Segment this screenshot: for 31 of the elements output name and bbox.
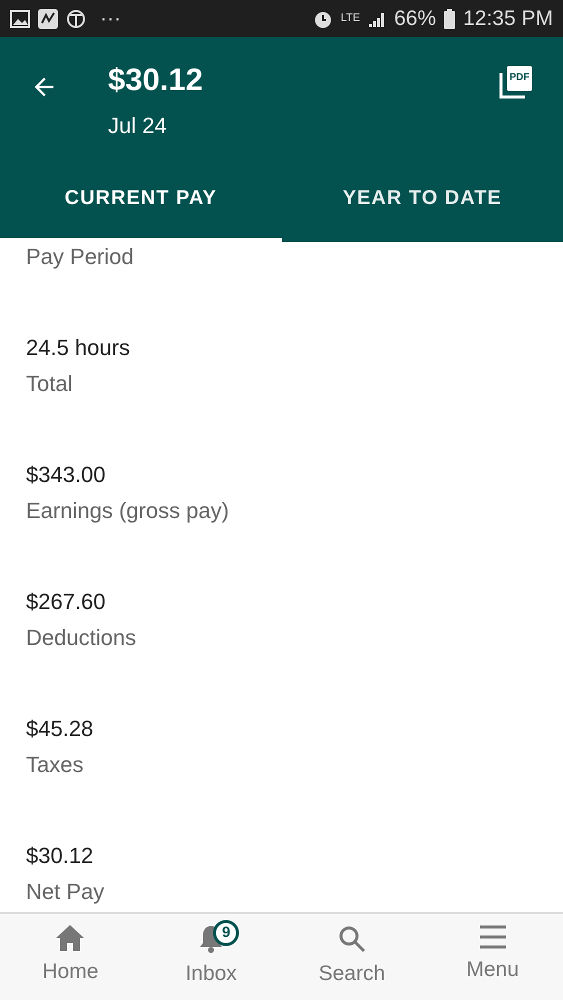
search-icon <box>336 924 367 954</box>
clock: 12:35 PM <box>463 6 553 32</box>
network-type: LTE <box>340 11 360 26</box>
nav-button[interactable]: Menu <box>422 914 563 1000</box>
pay-date: Jul 24 <box>108 112 168 140</box>
nav-button[interactable]: Inbox 9 <box>140 914 282 1000</box>
app-icon <box>66 8 86 28</box>
item-label: Pay Period <box>26 243 135 271</box>
image-icon <box>10 10 30 28</box>
item-label: Taxes <box>26 751 84 779</box>
item-value: $267.60 <box>26 588 107 616</box>
tab[interactable]: CURRENT PAY <box>0 171 282 242</box>
battery-icon <box>444 8 456 28</box>
more-indicator: ··· <box>100 6 121 32</box>
nav-button[interactable]: Search <box>282 914 422 1000</box>
item-label: Total <box>26 370 74 398</box>
item-label: Deductions <box>26 624 138 652</box>
item-value: $30.12 <box>26 842 94 870</box>
home-icon <box>55 924 86 952</box>
nav-button[interactable]: Home <box>0 914 141 1000</box>
item-value: $343.00 <box>26 461 107 489</box>
count-badge: 9 <box>213 920 240 946</box>
item-value: $45.28 <box>26 715 94 743</box>
tab[interactable]: YEAR TO DATE <box>282 171 563 242</box>
item-label: Net Pay <box>26 878 106 906</box>
pay-amount: $30.12 <box>108 63 203 98</box>
app-icon <box>38 8 58 28</box>
item-label: Earnings (gross pay) <box>26 497 230 525</box>
item-value: 24.5 hours <box>26 334 131 362</box>
menu-icon <box>478 924 508 950</box>
battery-percent: 66% <box>394 6 436 32</box>
